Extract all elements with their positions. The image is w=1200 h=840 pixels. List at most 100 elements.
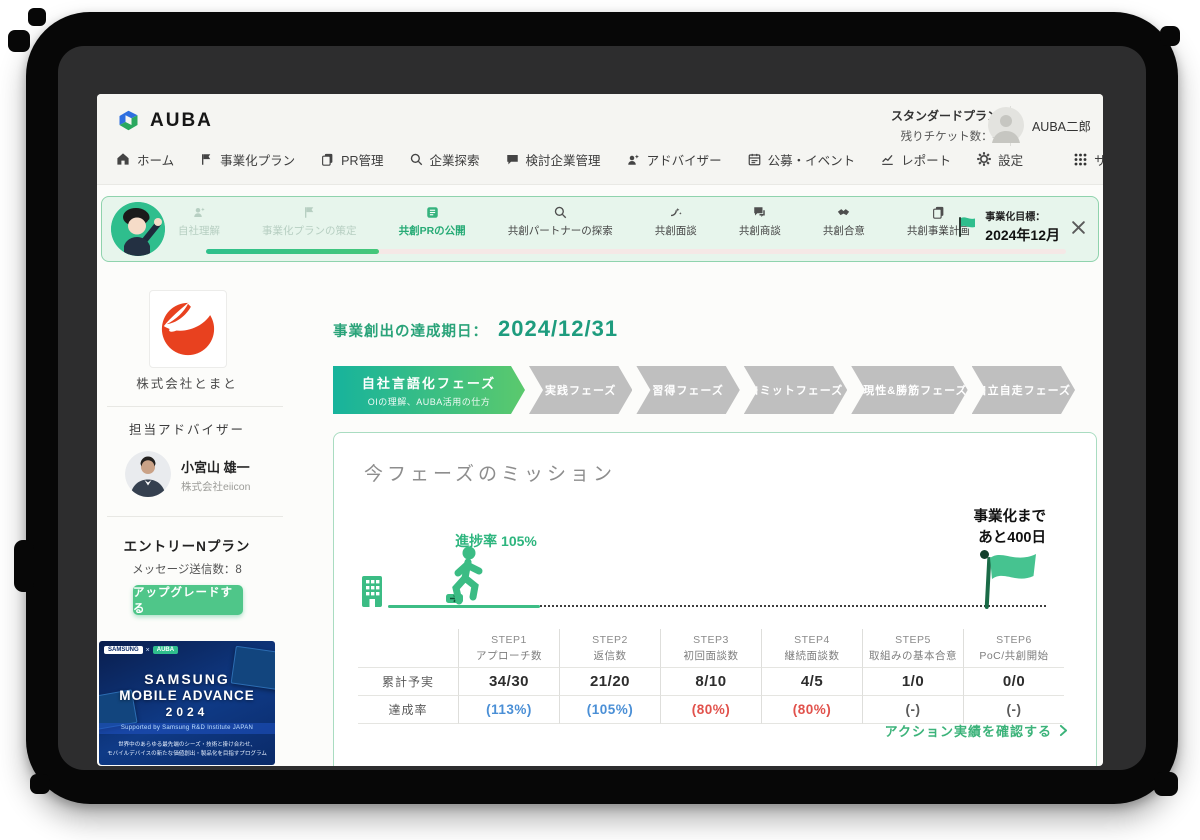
search-icon bbox=[553, 205, 568, 220]
goal-value: 2024年12月 bbox=[985, 225, 1060, 245]
journey-step-negotiation[interactable]: 共創商談 bbox=[739, 205, 781, 238]
sidebar-divider bbox=[107, 516, 283, 517]
nav-item-report[interactable]: レポート bbox=[880, 150, 951, 169]
logo[interactable]: AUBA bbox=[115, 107, 213, 134]
table-cell-rate-2: (105%) bbox=[559, 695, 660, 724]
table-cell-actual-1: 34/30 bbox=[458, 667, 559, 695]
advisor-heading: 担当アドバイザー bbox=[107, 419, 267, 438]
phase-self-sustained: 自立自走フェーズ bbox=[972, 366, 1075, 414]
journey-goal: 事業化目標： 2024年12月 bbox=[956, 208, 1060, 245]
journey-progress-track bbox=[206, 249, 1066, 254]
calendar-icon bbox=[747, 152, 762, 167]
table-cell-actual-3: 8/10 bbox=[660, 667, 761, 695]
phase-label: 実践フェーズ bbox=[545, 382, 616, 398]
table-header-step3: STEP3初回面談数 bbox=[660, 629, 761, 667]
flag-icon bbox=[302, 205, 317, 220]
journey-step-label: 自社理解 bbox=[178, 223, 220, 238]
nav-label: 企業探索 bbox=[430, 150, 480, 169]
phase-label: 自社言語化フェーズ bbox=[362, 373, 496, 392]
banner-title-3: 2024 bbox=[99, 705, 275, 719]
company-name: 株式会社とまと bbox=[107, 373, 267, 392]
journey-steps: 自社理解 事業化プランの策定 共創PRの公開 共創パートナーの探索 共創面談 共… bbox=[178, 205, 970, 238]
phase-self-verbalization: 自社言語化フェーズ OIの理解、AUBA活用の仕方 bbox=[333, 366, 525, 414]
app-screen: AUBA スタンダードプラン 残りチケット数：4 AUBA二郎 ホーム 事業化プ… bbox=[97, 94, 1103, 766]
frame-blob bbox=[1160, 26, 1180, 46]
journey-step-agreement[interactable]: 共創合意 bbox=[823, 205, 865, 238]
grid-icon bbox=[1073, 152, 1088, 167]
table-cell-rate-4: (80%) bbox=[761, 695, 862, 724]
table-row-label-rate: 達成率 bbox=[358, 695, 458, 724]
nav-item-home[interactable]: ホーム bbox=[115, 150, 174, 169]
company-logo bbox=[159, 300, 217, 358]
auba-logo-icon bbox=[115, 107, 142, 134]
logo-text: AUBA bbox=[150, 110, 213, 132]
building-icon bbox=[360, 575, 384, 613]
mission-title: 今フェーズのミッション bbox=[364, 459, 616, 486]
message-count: メッセージ送信数：8 bbox=[107, 561, 267, 577]
phase-sublabel: OIの理解、AUBA活用の仕方 bbox=[368, 395, 491, 408]
nav-item-advisor[interactable]: アドバイザー bbox=[626, 150, 722, 169]
journey-avatar-illustration bbox=[111, 202, 165, 256]
nav-item-business-plan[interactable]: 事業化プラン bbox=[199, 150, 295, 169]
nav-label: ホーム bbox=[137, 150, 174, 169]
user-avatar bbox=[988, 107, 1024, 143]
runner-illustration bbox=[438, 545, 490, 612]
journey-step-understand[interactable]: 自社理解 bbox=[178, 205, 220, 238]
gear-icon bbox=[976, 151, 992, 167]
advisor-icon bbox=[626, 152, 641, 167]
countdown-line-2: あと400日 bbox=[894, 528, 1046, 549]
table-cell-rate-1: (113%) bbox=[458, 695, 559, 724]
nav-label: 事業化プラン bbox=[220, 150, 295, 169]
banner-desc-2: モバイルデバイスの新たな価値創出・製品化を目指すプログラム bbox=[106, 748, 268, 756]
progress-line-dotted bbox=[540, 605, 1046, 607]
banner-title-2: MOBILE ADVANCE bbox=[99, 688, 275, 703]
table-cell-actual-6: 0/0 bbox=[963, 667, 1064, 695]
frame-blob bbox=[28, 8, 46, 26]
journey-step-plan[interactable]: 事業化プランの策定 bbox=[262, 205, 357, 238]
table-cell-actual-4: 4/5 bbox=[761, 667, 862, 695]
journey-step-partner-search[interactable]: 共創パートナーの探索 bbox=[508, 205, 613, 238]
journey-banner: 自社理解 事業化プランの策定 共創PRの公開 共創パートナーの探索 共創面談 共… bbox=[101, 196, 1099, 262]
nav-item-candidates[interactable]: 検討企業管理 bbox=[505, 150, 601, 169]
table-header-step2: STEP2返信数 bbox=[559, 629, 660, 667]
documents-icon bbox=[931, 205, 946, 220]
close-icon[interactable] bbox=[1071, 220, 1086, 240]
plan-info: スタンダードプラン 残りチケット数：4 bbox=[891, 107, 999, 144]
chat-icon bbox=[505, 152, 520, 167]
user-name: AUBA二郎 bbox=[1032, 116, 1091, 135]
journey-step-label: 共創PRの公開 bbox=[399, 223, 466, 238]
nav-item-settings[interactable]: 設定 bbox=[976, 150, 1023, 169]
table-header-step5: STEP5取組みの基本合意 bbox=[862, 629, 963, 667]
journey-step-label: 共創商談 bbox=[739, 223, 781, 238]
table-header-step4: STEP4継続面談数 bbox=[761, 629, 862, 667]
journey-avatar bbox=[111, 202, 165, 256]
journey-goal-text: 事業化目標： 2024年12月 bbox=[985, 208, 1060, 245]
nav-item-pr[interactable]: PR管理 bbox=[320, 150, 383, 169]
person-icon bbox=[192, 205, 207, 220]
journey-step-label: 共創パートナーの探索 bbox=[508, 223, 613, 238]
table-cell-rate-5: (-) bbox=[862, 695, 963, 724]
phase-mastery: 習得フェーズ bbox=[636, 366, 739, 414]
table-cell-rate-3: (80%) bbox=[660, 695, 761, 724]
journey-step-meeting[interactable]: 共創面談 bbox=[655, 205, 697, 238]
documents-icon bbox=[320, 152, 335, 167]
action-history-link[interactable]: アクション実績を確認する bbox=[885, 721, 1070, 740]
upgrade-button[interactable]: アップグレードする bbox=[133, 585, 243, 615]
countdown-text: 事業化まで あと400日 bbox=[894, 507, 1046, 549]
user-menu[interactable]: AUBA二郎 bbox=[988, 107, 1091, 143]
table-cell-actual-5: 1/0 bbox=[862, 667, 963, 695]
phase-practice: 実践フェーズ bbox=[529, 366, 632, 414]
nav-item-services[interactable]: サービス bbox=[1073, 150, 1103, 169]
table-header-step6: STEP6PoC/共創開始 bbox=[963, 629, 1064, 667]
nav-item-search[interactable]: 企業探索 bbox=[409, 150, 480, 169]
goal-label: 事業化目標： bbox=[985, 208, 1060, 223]
frame-blob bbox=[14, 540, 34, 592]
journey-step-pr[interactable]: 共創PRの公開 bbox=[399, 205, 466, 238]
samsung-campaign-banner[interactable]: SAMSUNG × AUBA SAMSUNG MOBILE ADVANCE 20… bbox=[99, 641, 275, 765]
phase-label: 再現性&勝筋フェーズ bbox=[851, 382, 967, 398]
main-nav: ホーム 事業化プラン PR管理 企業探索 検討企業管理 アドバイザー bbox=[115, 142, 1089, 176]
badge-separator: × bbox=[146, 647, 150, 654]
table-cell-actual-2: 21/20 bbox=[559, 667, 660, 695]
nav-item-events[interactable]: 公募・イベント bbox=[747, 150, 856, 169]
goal-flag-icon bbox=[956, 215, 978, 239]
